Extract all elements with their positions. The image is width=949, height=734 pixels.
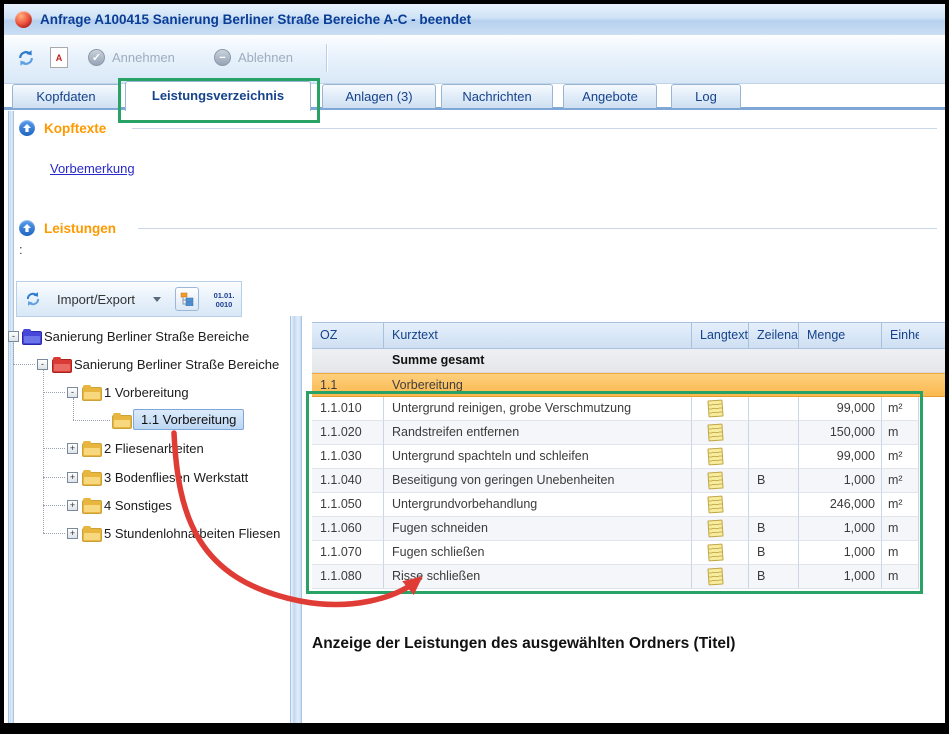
table-summary-row[interactable]: Summe gesamt (312, 349, 945, 373)
tree-connector (13, 340, 14, 364)
tree-item-1-1-vorbereitung-selected[interactable]: 1.1 Vorbereitung (133, 409, 244, 430)
tree-item-lv[interactable]: Sanierung Berliner Straße Bereiche (74, 357, 279, 372)
left-edge-strip (8, 111, 14, 723)
tree-expander[interactable]: + (67, 528, 78, 539)
tree-connector (43, 370, 44, 533)
tree-connector (43, 477, 65, 478)
tab-kopfdaten[interactable]: Kopfdaten (12, 84, 120, 108)
tree-item-1-vorbereitung[interactable]: 1 Vorbereitung (104, 385, 189, 400)
folder-icon-yellow (82, 387, 102, 401)
tree-connector (73, 398, 74, 420)
tab-angebote[interactable]: Angebote (563, 84, 657, 108)
tree-expander[interactable]: - (8, 331, 19, 342)
refresh-icon[interactable] (17, 49, 35, 72)
title-bar: Anfrage A100415 Sanierung Berliner Straß… (4, 4, 945, 36)
annotation-caption: Anzeige der Leistungen des ausgewählten … (312, 635, 735, 653)
date-format-line1: 01.01. (205, 291, 243, 300)
leistungen-colon-text: : (19, 242, 23, 257)
column-header-langtext[interactable]: Langtext (692, 323, 749, 348)
highlight-box-tab (118, 78, 320, 123)
column-header-oz[interactable]: OZ (312, 323, 384, 348)
reject-button[interactable]: Ablehnen (238, 50, 293, 65)
panel-splitter[interactable] (290, 316, 302, 723)
date-format-icon[interactable]: 01.01. 0010 (205, 291, 243, 309)
folder-icon-red (52, 359, 72, 373)
folder-icon-yellow (112, 415, 132, 429)
tree-item-3-bodenfliesen[interactable]: 3 Bodenfliesen Werkstatt (104, 470, 248, 485)
pdf-export-icon[interactable]: A (50, 47, 68, 68)
tree-connector (13, 364, 35, 365)
toolbar-separator (326, 44, 328, 72)
import-export-button[interactable]: Import/Export (57, 292, 135, 307)
folder-icon-yellow (82, 500, 102, 514)
folder-icon-yellow (82, 472, 102, 486)
tree-item-5-stundenlohn[interactable]: 5 Stundenlohnarbeiten Fliesen (104, 526, 280, 541)
tab-anlagen[interactable]: Anlagen (3) (322, 84, 436, 108)
app-icon (15, 11, 32, 28)
folder-icon-yellow (82, 443, 102, 457)
folder-icon-blue (22, 331, 42, 345)
refresh-icon[interactable] (25, 291, 41, 312)
accept-check-icon[interactable]: ✓ (88, 49, 105, 66)
section-title-kopftexte: Kopftexte (44, 121, 106, 136)
reject-minus-icon[interactable]: − (214, 49, 231, 66)
column-header-menge[interactable]: Menge (799, 323, 882, 348)
column-header-kurztext[interactable]: Kurztext (384, 323, 692, 348)
tree-expander[interactable]: + (67, 472, 78, 483)
summary-label: Summe gesamt (392, 353, 484, 367)
tree-connector (43, 505, 65, 506)
chevron-down-icon[interactable] (153, 297, 161, 302)
highlight-box-table (306, 391, 923, 594)
tree-view-button[interactable] (175, 287, 199, 311)
lv-toolbar: Import/Export 01.01. 0010 (16, 281, 242, 317)
folder-icon-yellow (82, 528, 102, 542)
section-title-leistungen: Leistungen (44, 221, 116, 236)
section-rule (132, 128, 937, 129)
group-oz: 1.1 (320, 378, 337, 392)
column-header-zeilenart[interactable]: Zeilenart (749, 323, 799, 348)
main-toolbar: A ✓ Annehmen − Ablehnen (4, 35, 945, 84)
hierarchy-icon (180, 292, 194, 306)
tree-connector (43, 533, 65, 534)
column-header-einheit[interactable]: Einheit (882, 323, 919, 348)
tab-log[interactable]: Log (671, 84, 741, 108)
tree-connector (43, 448, 65, 449)
tree-connector (73, 420, 110, 421)
section-collapse-arrow-icon[interactable] (19, 220, 35, 236)
tree-expander[interactable]: + (67, 500, 78, 511)
tree-item-root[interactable]: Sanierung Berliner Straße Bereiche (44, 329, 249, 344)
section-collapse-arrow-icon[interactable] (19, 120, 35, 136)
table-header: OZ Kurztext Langtext Zeilenart Menge Ein… (312, 322, 945, 349)
window-title: Anfrage A100415 Sanierung Berliner Straß… (40, 12, 471, 27)
group-kurztext: Vorbereitung (392, 378, 463, 392)
accept-button[interactable]: Annehmen (112, 50, 175, 65)
tree-expander[interactable]: + (67, 443, 78, 454)
tree-item-2-fliesenarbeiten[interactable]: 2 Fliesenarbeiten (104, 441, 204, 456)
tree-connector (43, 392, 65, 393)
tree-expander[interactable]: - (37, 359, 48, 370)
section-rule (138, 228, 937, 229)
tree-expander[interactable]: - (67, 387, 78, 398)
date-format-line2: 0010 (205, 300, 243, 309)
tab-nachrichten[interactable]: Nachrichten (441, 84, 553, 108)
column-header-filler (919, 323, 945, 348)
vorbemerkung-link[interactable]: Vorbemerkung (50, 161, 135, 176)
application-window: Anfrage A100415 Sanierung Berliner Straß… (4, 4, 945, 723)
screenshot-frame: Anfrage A100415 Sanierung Berliner Straß… (0, 0, 949, 734)
tree-item-4-sonstiges[interactable]: 4 Sonstiges (104, 498, 172, 513)
